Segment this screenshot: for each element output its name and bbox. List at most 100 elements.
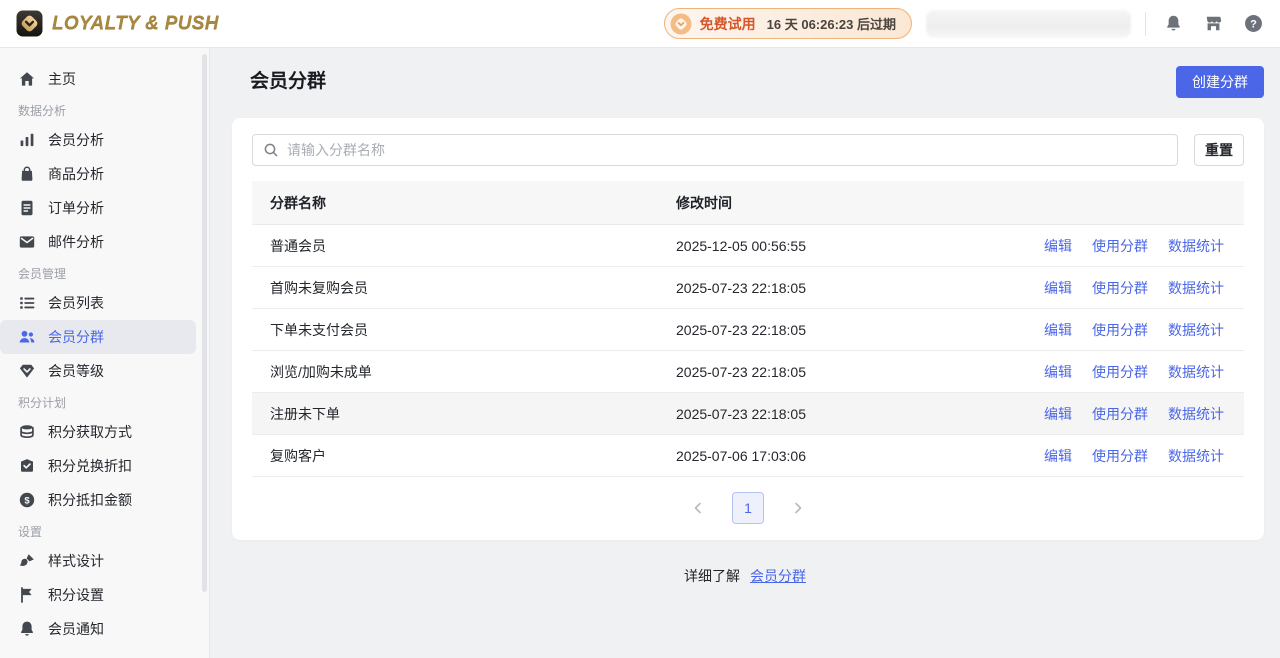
dollar-coin-icon: $ xyxy=(18,491,36,509)
sidebar-item-label: 邮件分析 xyxy=(48,232,104,252)
segment-name: 注册未下单 xyxy=(270,404,676,424)
table-header: 分群名称 修改时间 xyxy=(252,181,1244,225)
sidebar-item-email-analysis[interactable]: 邮件分析 xyxy=(0,225,196,259)
sidebar-item-points-redeem-discount[interactable]: 积分兑换折扣 xyxy=(0,449,196,483)
sidebar: 主页 数据分析 会员分析 商品分析 订单分析 xyxy=(0,48,210,658)
modified-time: 2025-07-23 22:18:05 xyxy=(676,322,1044,338)
sidebar-item-label: 积分抵扣金额 xyxy=(48,490,132,510)
edit-link[interactable]: 编辑 xyxy=(1044,278,1072,298)
trial-badge[interactable]: 免费试用 16 天 06:26:23 后过期 xyxy=(664,8,912,39)
sidebar-item-order-analysis[interactable]: 订单分析 xyxy=(0,191,196,225)
sidebar-item-label: 样式设计 xyxy=(48,551,104,571)
list-icon xyxy=(18,294,36,312)
sidebar-item-member-list[interactable]: 会员列表 xyxy=(0,286,196,320)
bell-icon xyxy=(18,620,36,638)
sidebar-section-label: 设置 xyxy=(0,525,209,539)
modified-time: 2025-07-23 22:18:05 xyxy=(676,364,1044,380)
use-segment-link[interactable]: 使用分群 xyxy=(1092,404,1148,424)
sidebar-item-home[interactable]: 主页 xyxy=(0,62,196,96)
edit-link[interactable]: 编辑 xyxy=(1044,236,1072,256)
edit-link[interactable]: 编辑 xyxy=(1044,446,1072,466)
sidebar-item-label: 会员通知 xyxy=(48,619,104,639)
brand-name: LOYALTY & PUSH xyxy=(52,13,219,35)
home-icon xyxy=(18,70,36,88)
people-icon xyxy=(18,328,36,346)
use-segment-link[interactable]: 使用分群 xyxy=(1092,446,1148,466)
sidebar-item-label: 会员分析 xyxy=(48,130,104,150)
document-icon xyxy=(18,199,36,217)
table-row[interactable]: 浏览/加购未成单 2025-07-23 22:18:05 编辑 使用分群 数据统… xyxy=(252,351,1244,393)
modified-time: 2025-12-05 00:56:55 xyxy=(676,238,1044,254)
edit-link[interactable]: 编辑 xyxy=(1044,404,1072,424)
data-stats-link[interactable]: 数据统计 xyxy=(1168,404,1224,424)
data-stats-link[interactable]: 数据统计 xyxy=(1168,446,1224,466)
prev-page-button[interactable] xyxy=(688,498,708,518)
store-button[interactable] xyxy=(1200,11,1226,37)
sidebar-item-label: 商品分析 xyxy=(48,164,104,184)
store-name-redacted xyxy=(926,10,1131,38)
sidebar-item-points-settings[interactable]: 积分设置 xyxy=(0,578,196,612)
use-segment-link[interactable]: 使用分群 xyxy=(1092,362,1148,382)
flag-icon xyxy=(18,586,36,604)
trial-label: 免费试用 xyxy=(700,14,756,34)
segments-card: 重置 分群名称 修改时间 普通会员 2025-12-05 00:56:55 编辑… xyxy=(232,118,1264,540)
page-number-button[interactable]: 1 xyxy=(732,492,764,524)
column-header-time: 修改时间 xyxy=(676,193,1044,213)
coins-stack-icon xyxy=(18,423,36,441)
pagination: 1 xyxy=(252,492,1244,524)
svg-text:$: $ xyxy=(24,495,30,506)
bar-chart-icon xyxy=(18,131,36,149)
sidebar-item-member-segments[interactable]: 会员分群 xyxy=(0,320,196,354)
logo-gem-icon xyxy=(16,10,43,37)
table-row[interactable]: 首购未复购会员 2025-07-23 22:18:05 编辑 使用分群 数据统计 xyxy=(252,267,1244,309)
segment-search-input[interactable] xyxy=(287,142,1167,158)
learn-more-link[interactable]: 会员分群 xyxy=(750,568,806,584)
create-segment-button[interactable]: 创建分群 xyxy=(1176,66,1264,98)
bell-icon xyxy=(1164,14,1183,33)
sidebar-item-points-earning[interactable]: 积分获取方式 xyxy=(0,415,196,449)
table-row[interactable]: 复购客户 2025-07-06 17:03:06 编辑 使用分群 数据统计 xyxy=(252,435,1244,477)
main-content: 会员分群 创建分群 重置 分群名称 修改时间 xyxy=(210,48,1280,658)
topbar: LOYALTY & PUSH 免费试用 16 天 06:26:23 后过期 xyxy=(0,0,1280,48)
modified-time: 2025-07-06 17:03:06 xyxy=(676,448,1044,464)
use-segment-link[interactable]: 使用分群 xyxy=(1092,236,1148,256)
sidebar-item-product-analysis[interactable]: 商品分析 xyxy=(0,157,196,191)
sidebar-section-label: 会员管理 xyxy=(0,267,209,281)
use-segment-link[interactable]: 使用分群 xyxy=(1092,278,1148,298)
gem-icon xyxy=(18,362,36,380)
notifications-button[interactable] xyxy=(1160,11,1186,37)
sidebar-item-member-tiers[interactable]: 会员等级 xyxy=(0,354,196,388)
edit-link[interactable]: 编辑 xyxy=(1044,320,1072,340)
data-stats-link[interactable]: 数据统计 xyxy=(1168,362,1224,382)
store-icon xyxy=(1204,14,1223,33)
sidebar-item-label: 积分设置 xyxy=(48,585,104,605)
next-page-button[interactable] xyxy=(788,498,808,518)
sidebar-item-style-design[interactable]: 样式设计 xyxy=(0,544,196,578)
topbar-divider xyxy=(1145,12,1146,36)
sidebar-item-label: 会员列表 xyxy=(48,293,104,313)
sidebar-item-label: 会员等级 xyxy=(48,361,104,381)
sidebar-item-label: 积分兑换折扣 xyxy=(48,456,132,476)
table-row[interactable]: 注册未下单 2025-07-23 22:18:05 编辑 使用分群 数据统计 xyxy=(252,393,1244,435)
table-row[interactable]: 普通会员 2025-12-05 00:56:55 编辑 使用分群 数据统计 xyxy=(252,225,1244,267)
sidebar-item-member-analysis[interactable]: 会员分析 xyxy=(0,123,196,157)
table-row[interactable]: 下单未支付会员 2025-07-23 22:18:05 编辑 使用分群 数据统计 xyxy=(252,309,1244,351)
search-icon xyxy=(263,142,279,158)
edit-link[interactable]: 编辑 xyxy=(1044,362,1072,382)
modified-time: 2025-07-23 22:18:05 xyxy=(676,280,1044,296)
segment-name: 首购未复购会员 xyxy=(270,278,676,298)
segment-search-box xyxy=(252,134,1178,166)
help-button[interactable]: ? xyxy=(1240,11,1266,37)
sidebar-item-member-notifications[interactable]: 会员通知 xyxy=(0,612,196,646)
data-stats-link[interactable]: 数据统计 xyxy=(1168,278,1224,298)
sidebar-scrollbar[interactable] xyxy=(202,54,207,592)
data-stats-link[interactable]: 数据统计 xyxy=(1168,320,1224,340)
sidebar-item-points-deduct-amount[interactable]: $ 积分抵扣金额 xyxy=(0,483,196,517)
chevron-right-icon xyxy=(790,500,806,516)
use-segment-link[interactable]: 使用分群 xyxy=(1092,320,1148,340)
sidebar-item-label: 积分获取方式 xyxy=(48,422,132,442)
sidebar-section-label: 积分计划 xyxy=(0,396,209,410)
sidebar-item-label: 订单分析 xyxy=(48,198,104,218)
reset-button[interactable]: 重置 xyxy=(1194,134,1244,166)
data-stats-link[interactable]: 数据统计 xyxy=(1168,236,1224,256)
